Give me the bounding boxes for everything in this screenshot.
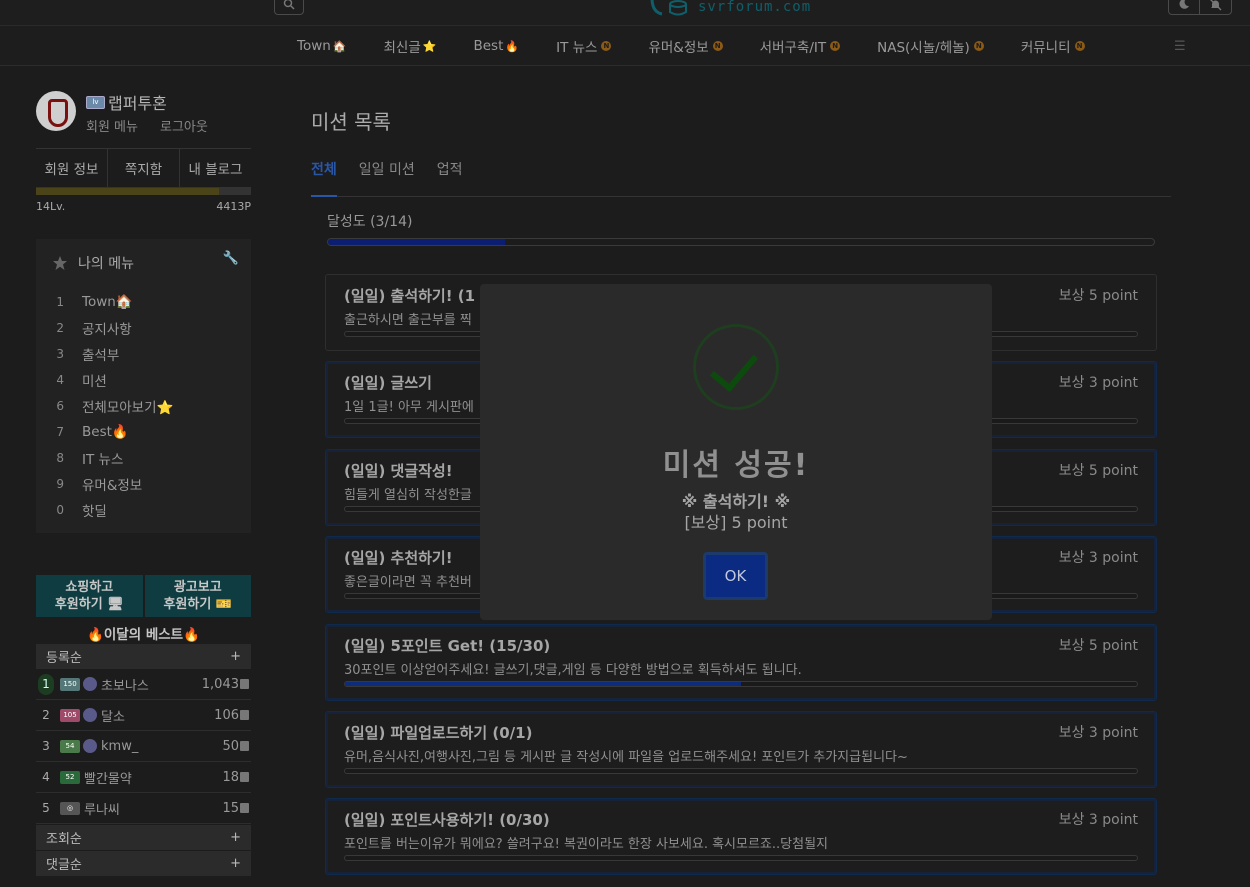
checkmark-icon bbox=[693, 324, 779, 410]
modal-title: 미션 성공! bbox=[662, 448, 810, 483]
success-modal: 미션 성공! ※ 출석하기! ※ [보상] 5 point OK bbox=[480, 284, 992, 620]
ok-button[interactable]: OK bbox=[703, 552, 768, 600]
modal-reward: [보상] 5 point bbox=[684, 513, 788, 532]
